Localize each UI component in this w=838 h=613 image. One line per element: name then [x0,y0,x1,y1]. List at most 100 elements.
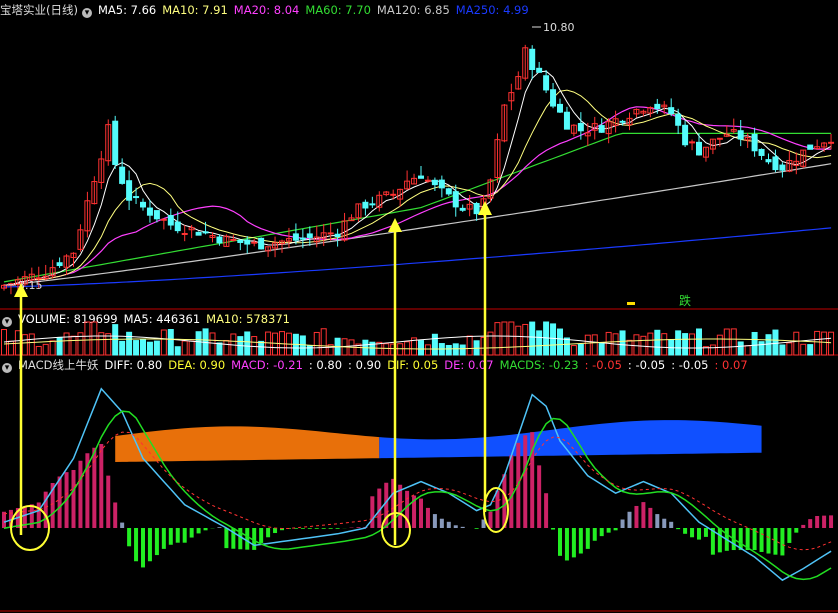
macd-band-orange [115,426,380,462]
volume-bar [70,335,77,356]
volume-bar [167,329,174,356]
volume-bar [320,328,327,356]
volume-bar [536,330,543,356]
candle-body [362,201,369,209]
volume-bar [709,344,716,356]
ma5-line [3,70,832,286]
volume-bar [397,343,404,356]
volume-bar [153,340,160,356]
volume-bar [494,322,501,356]
volume-bar [779,344,786,356]
candle-body [779,164,786,171]
volume-bar [35,345,42,356]
candle-body [598,125,605,133]
ma60-line [3,132,832,283]
volume-bar [306,345,313,356]
volume-bar [661,333,668,356]
volume-bar [557,328,563,356]
candle-body [473,202,480,215]
volume-bar [244,331,251,356]
candle-body [216,236,223,244]
buy-signal-arrowhead [388,218,402,232]
volume-bar [584,334,591,356]
volume-bar [723,328,730,356]
candle-body [146,207,153,216]
volume-bar [216,342,223,356]
volume-bar [265,331,272,356]
volume-bar [814,330,821,356]
volume-bar [570,345,577,356]
volume-bar [140,339,146,356]
candlestick-chart[interactable]: 10.803.15跌 [0,0,838,613]
volume-bar [445,344,452,356]
candle-body [306,233,313,238]
macd-diff-line [3,387,832,582]
volume-bar [807,344,814,356]
volume-bar [550,323,557,356]
candle-body [563,111,570,130]
volume-bar [772,329,779,356]
volume-bar [42,343,49,356]
candle-body [126,180,133,201]
volume-bar [800,343,807,356]
candle-body [765,159,772,163]
volume-bar [63,332,70,356]
candle-body [202,231,209,234]
volume-bar [640,335,647,356]
candle-body [153,210,160,220]
candle-body [299,237,306,240]
volume-bar [424,344,431,356]
candle-body [543,75,550,91]
candle-body [181,232,188,235]
candle-body [133,196,140,199]
candle-body [550,89,557,107]
candle-body [292,233,299,241]
volume-bar [431,333,438,356]
candle-body [112,120,119,165]
candle-body [696,141,702,156]
candle-body [167,214,174,226]
volume-bar [272,332,279,356]
volume-bar [181,340,188,356]
buy-signal-arrowhead [478,201,492,215]
volume-bar [522,323,529,356]
volume-bar [529,321,536,356]
candle-body [174,221,181,232]
volume-bar [21,334,28,356]
volume-bar [209,332,216,356]
volume-bar [223,339,230,356]
volume-bar [793,331,800,356]
volume-bar [28,333,35,356]
volume-bar [383,343,390,356]
candle-body [56,262,63,267]
volume-bar [654,329,661,356]
candle-body [327,232,334,235]
volume-bar [459,344,466,356]
candle-body [529,48,536,70]
volume-bar [758,341,765,356]
candle-body [438,179,445,189]
candle-body [682,124,689,146]
volume-bar [146,341,153,356]
candle-body [452,191,459,208]
candle-body [244,239,251,245]
volume-bar [56,337,63,356]
candle-body [751,133,758,152]
volume-bar [682,333,689,356]
candle-body [160,218,167,221]
candle-body [737,130,744,140]
candle-body [195,231,202,236]
candle-body [424,179,431,182]
volume-bar [591,334,598,356]
volume-bar [258,340,265,356]
candle-body [230,238,237,241]
volume-bar [751,331,758,356]
volume-bar [716,334,723,356]
volume-bar [765,334,772,356]
candle-body [390,193,397,196]
volume-bar [84,321,91,356]
volume-bar [647,332,654,356]
candle-body [577,122,584,132]
candle-body [557,103,563,113]
volume-bar [195,331,202,356]
